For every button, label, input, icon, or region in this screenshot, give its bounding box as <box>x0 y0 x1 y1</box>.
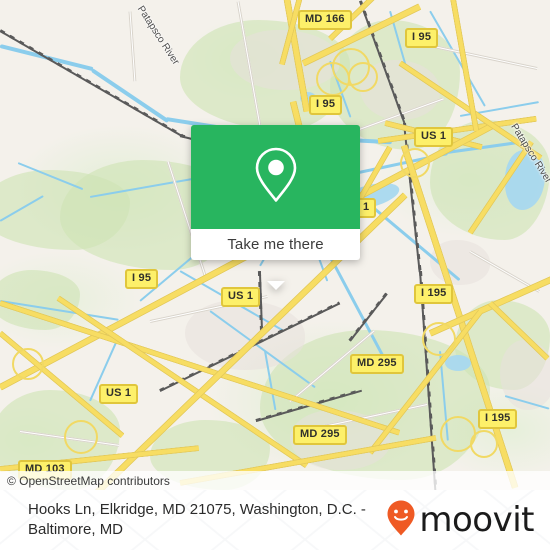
map-interchange-loop <box>422 322 456 356</box>
popup-pointer-tail <box>266 281 285 290</box>
map-shield-md-295[interactable]: MD 295 <box>350 354 404 374</box>
map-shield-i-95[interactable]: I 95 <box>125 269 159 289</box>
map-interchange-loop <box>12 348 44 380</box>
moovit-pin-icon <box>386 499 416 542</box>
screenshot-root: Patapsco River Patapsco River MD 166 I 9… <box>0 0 550 550</box>
map-shield-i-195[interactable]: I 195 <box>478 409 518 429</box>
location-popup-card[interactable]: Take me there <box>191 125 360 290</box>
footer-bar: Hooks Ln, Elkridge, MD 21075, Washington… <box>0 490 550 550</box>
map-interchange-loop <box>470 430 498 458</box>
map-shield-us-1[interactable]: US 1 <box>414 127 454 147</box>
map-interchange-loop <box>400 148 430 178</box>
popup-marker-area <box>191 125 360 229</box>
map-shield-md-295[interactable]: MD 295 <box>293 425 347 445</box>
map-interchange-loop <box>348 62 378 92</box>
map-interchange-loop <box>316 62 350 96</box>
moovit-logo[interactable]: moovit <box>386 499 550 542</box>
map-shield-md-166[interactable]: MD 166 <box>298 10 352 30</box>
osm-attribution-text: © OpenStreetMap contributors <box>7 473 170 488</box>
take-me-there-button[interactable]: Take me there <box>191 229 360 260</box>
map-shield-us-1[interactable]: US 1 <box>221 287 261 307</box>
map-attribution-bar: © OpenStreetMap contributors <box>0 471 550 490</box>
moovit-wordmark: moovit <box>419 500 534 540</box>
take-me-there-label: Take me there <box>227 236 324 253</box>
map-shield-us-1[interactable]: US 1 <box>99 384 139 404</box>
map-water-body <box>445 355 471 371</box>
map-shield-i-95[interactable]: I 95 <box>309 95 343 115</box>
map-shield-i-95[interactable]: I 95 <box>405 28 439 48</box>
map-canvas[interactable]: Patapsco River Patapsco River MD 166 I 9… <box>0 0 550 490</box>
map-interchange-loop <box>64 420 98 454</box>
location-address: Hooks Ln, Elkridge, MD 21075, Washington… <box>28 500 366 538</box>
map-pin-icon <box>253 146 299 209</box>
map-shield-i-195[interactable]: I 195 <box>414 284 454 304</box>
